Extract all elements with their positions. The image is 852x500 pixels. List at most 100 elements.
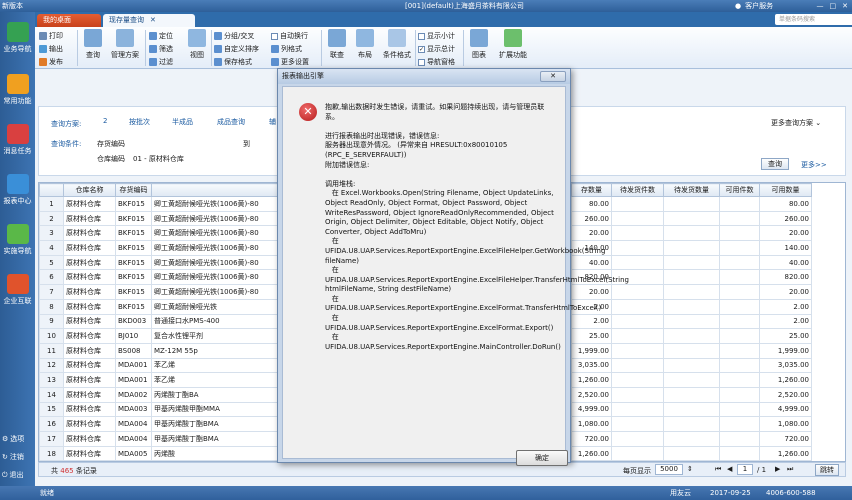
column-header[interactable]: 可用件数 [719, 183, 760, 197]
column-header[interactable]: 存数量 [571, 183, 612, 197]
table-cell[interactable]: 720.00 [571, 431, 612, 447]
table-cell[interactable]: 2.00 [759, 298, 812, 315]
table-cell[interactable] [719, 313, 760, 330]
table-cell[interactable] [663, 240, 720, 256]
table-cell[interactable]: 原材料仓库 [63, 416, 116, 432]
table-cell[interactable] [611, 445, 664, 461]
page-size-spin-icon[interactable]: ⇕ [687, 465, 693, 473]
export-button[interactable]: 输出 [39, 44, 63, 54]
table-cell[interactable]: BKF015 [115, 284, 152, 300]
table-cell[interactable] [719, 284, 760, 300]
table-cell[interactable]: 1,260.00 [759, 372, 812, 388]
dialog-close-button[interactable]: ✕ [540, 71, 566, 82]
table-cell[interactable]: BKF015 [115, 225, 152, 242]
nav-reports[interactable]: 报表中心 [0, 174, 35, 206]
more-plans-link[interactable]: 更多查询方案 ⌄ [771, 118, 821, 128]
table-cell[interactable] [663, 269, 720, 286]
condition-format-button[interactable]: 条件格式 [379, 29, 415, 60]
auto-wrap-toggle[interactable]: 自动换行 [271, 31, 308, 41]
close-tab-icon[interactable]: ✕ [150, 16, 156, 24]
table-cell[interactable] [719, 357, 760, 374]
table-cell[interactable]: 80.00 [759, 196, 812, 212]
nav-pane-toggle[interactable]: 导航窗格 [418, 57, 455, 67]
table-cell[interactable]: 3,035.00 [571, 357, 612, 374]
checkbox[interactable] [418, 32, 425, 40]
table-cell[interactable]: 原材料仓库 [63, 210, 116, 227]
table-cell[interactable] [611, 225, 664, 242]
publish-button[interactable]: 发布 [39, 57, 63, 67]
table-cell[interactable] [611, 254, 664, 271]
table-cell[interactable] [719, 196, 760, 212]
table-cell[interactable]: BKF015 [115, 298, 152, 315]
table-cell[interactable]: MDA005 [115, 445, 152, 461]
table-cell[interactable] [611, 210, 664, 227]
table-cell[interactable]: BS008 [115, 342, 152, 359]
table-cell[interactable]: 20.00 [759, 225, 812, 242]
table-cell[interactable]: 1,260.00 [571, 445, 612, 461]
table-cell[interactable] [719, 254, 760, 271]
table-cell[interactable]: 2.00 [571, 313, 612, 330]
table-cell[interactable]: 原材料仓库 [63, 401, 116, 418]
tab-desktop[interactable]: 我的桌面 [37, 14, 101, 27]
group-cross-button[interactable]: 分组/交叉 [214, 31, 254, 41]
table-cell[interactable]: 原材料仓库 [63, 196, 116, 212]
extend-button[interactable]: 扩展功能 [495, 29, 531, 60]
first-page-icon[interactable]: ⏮ [715, 465, 721, 474]
table-cell[interactable] [663, 372, 720, 388]
table-cell[interactable] [719, 431, 760, 447]
table-cell[interactable]: 原材料仓库 [63, 342, 116, 359]
table-cell[interactable]: 20.00 [571, 225, 612, 242]
table-cell[interactable]: 2,520.00 [571, 386, 612, 403]
table-cell[interactable]: BKF015 [115, 269, 152, 286]
query-button[interactable]: 查询 [79, 29, 107, 60]
table-cell[interactable]: 40.00 [759, 254, 812, 271]
table-cell[interactable]: 1,080.00 [571, 416, 612, 432]
nav-business[interactable]: 业务导航 [0, 22, 35, 54]
table-cell[interactable]: 2,520.00 [759, 386, 812, 403]
table-cell[interactable]: 原材料仓库 [63, 445, 116, 461]
table-cell[interactable] [719, 240, 760, 256]
table-cell[interactable] [663, 416, 720, 432]
checkbox[interactable] [271, 32, 278, 40]
nav-implement[interactable]: 实施导航 [0, 224, 35, 256]
table-cell[interactable] [611, 386, 664, 403]
column-format-button[interactable]: 列格式 [271, 44, 302, 54]
column-header[interactable]: 待发货数量 [663, 183, 720, 197]
table-cell[interactable] [719, 328, 760, 344]
dialog-title-bar[interactable]: 报表输出引擎 ✕ [278, 69, 570, 84]
table-cell[interactable] [611, 372, 664, 388]
table-cell[interactable]: BKF015 [115, 196, 152, 212]
show-subtotal-toggle[interactable]: 显示小计 [418, 31, 455, 41]
more-conditions-link[interactable]: 更多>> [801, 160, 827, 170]
view-button[interactable]: 视图 [183, 29, 211, 60]
column-header[interactable]: 可用数量 [759, 183, 812, 197]
table-cell[interactable] [663, 342, 720, 359]
table-cell[interactable]: 25.00 [759, 328, 812, 344]
table-cell[interactable] [719, 342, 760, 359]
minimize-button[interactable]: — [817, 0, 824, 12]
checkbox[interactable] [418, 58, 425, 66]
table-cell[interactable]: 4,999.00 [759, 401, 812, 418]
table-cell[interactable] [663, 357, 720, 374]
table-cell[interactable]: MDA003 [115, 401, 152, 418]
link-query-button[interactable]: 联查 [323, 29, 351, 60]
column-header[interactable]: 存货编码 [115, 183, 152, 197]
table-cell[interactable] [663, 445, 720, 461]
table-cell[interactable]: 1,260.00 [759, 445, 812, 461]
ok-button[interactable]: 确定 [516, 450, 568, 466]
table-cell[interactable]: 原材料仓库 [63, 240, 116, 256]
table-cell[interactable]: 原材料仓库 [63, 313, 116, 330]
table-cell[interactable]: 原材料仓库 [63, 269, 116, 286]
table-cell[interactable] [663, 313, 720, 330]
jump-button[interactable]: 跳转 [815, 464, 839, 476]
table-cell[interactable]: BKF015 [115, 240, 152, 256]
table-cell[interactable]: 原材料仓库 [63, 225, 116, 242]
prev-page-icon[interactable]: ◀ [727, 465, 732, 473]
nav-enterprise[interactable]: 企业互联 [0, 274, 35, 306]
table-cell[interactable] [611, 357, 664, 374]
tab-inventory-query[interactable]: 现存量查询 ✕ [103, 14, 195, 27]
table-cell[interactable]: 260.00 [759, 210, 812, 227]
page-size-input[interactable]: 5000 [655, 464, 683, 475]
last-page-icon[interactable]: ⏭ [787, 465, 793, 474]
table-cell[interactable]: MDA001 [115, 357, 152, 374]
